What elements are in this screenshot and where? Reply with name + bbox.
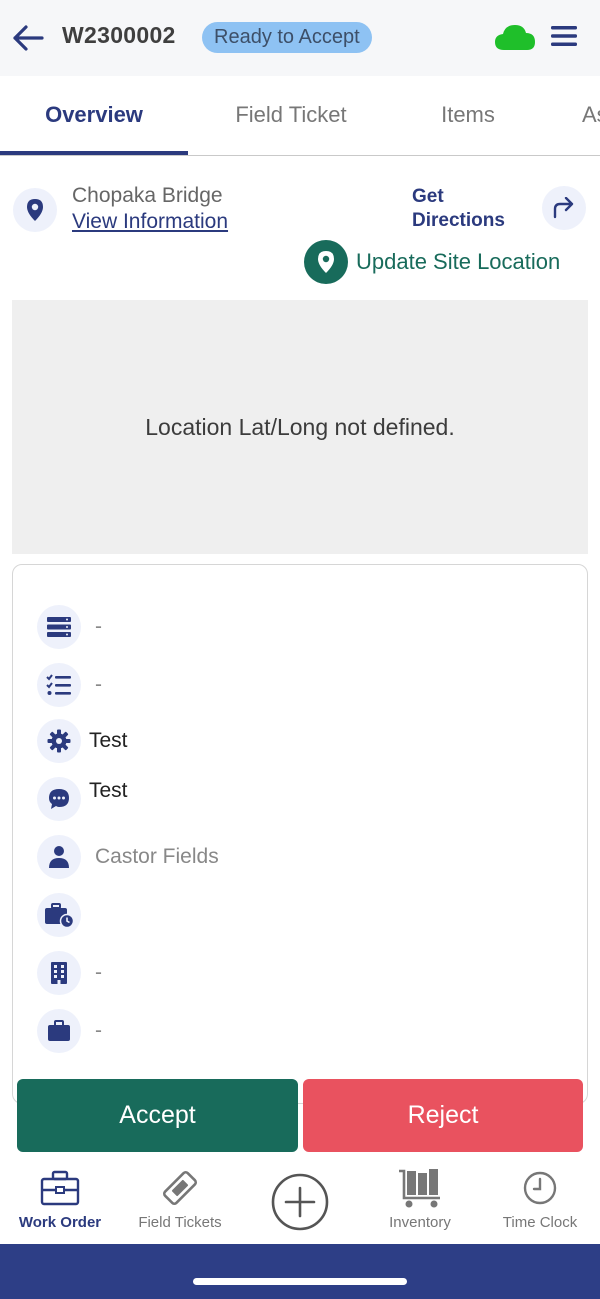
home-indicator[interactable] [193,1278,407,1285]
bottom-navigation: Work Order Field Tickets Inventory Time … [0,1160,600,1244]
detail-row: - [37,663,102,707]
work-order-id: W2300002 [62,22,176,48]
hamburger-menu-icon[interactable] [550,24,578,48]
get-directions-link[interactable]: Get Directions [412,185,505,233]
view-information-link[interactable]: View Information [72,210,228,234]
nav-label: Work Order [18,1214,102,1231]
person-icon [37,835,81,879]
tab-field-ticket[interactable]: Field Ticket [196,76,386,154]
map-placeholder: Location Lat/Long not defined. [12,300,588,554]
detail-value: - [95,615,102,638]
detail-row: - [37,605,102,649]
building-icon [37,951,81,995]
detail-row: - [37,951,102,995]
map-pin-icon [304,240,348,284]
accept-button[interactable]: Accept [17,1079,298,1152]
work-order-details-card: - - Test Test Castor Fields - - [12,564,588,1104]
location-pin-icon [13,188,57,232]
detail-row [37,893,95,937]
nav-label: Field Tickets [138,1214,222,1231]
active-tab-indicator [0,151,188,155]
clock-icon [522,1166,558,1210]
detail-value: - [95,1019,102,1042]
detail-value: Castor Fields [95,845,219,868]
get-directions-line2: Directions [412,210,505,231]
plus-circle-icon[interactable] [270,1172,330,1232]
nav-work-order[interactable]: Work Order [0,1166,120,1240]
server-icon [37,605,81,649]
get-directions-line1: Get [412,186,444,207]
toolbox-icon [40,1166,80,1210]
nav-label: Time Clock [502,1214,578,1231]
checklist-icon [37,663,81,707]
back-button[interactable] [10,20,46,56]
ticket-icon [160,1166,200,1210]
tab-items[interactable]: Items [400,76,536,154]
directions-button[interactable] [542,186,586,230]
nav-inventory[interactable]: Inventory [360,1166,480,1240]
update-site-location-label: Update Site Location [356,249,561,274]
site-name: Chopaka Bridge [72,184,223,207]
cloud-sync-icon[interactable] [494,22,536,52]
app-header: W2300002 Ready to Accept [0,0,600,76]
tab-partial[interactable]: As [582,76,600,154]
detail-value: Test [89,729,128,752]
status-badge: Ready to Accept [202,22,372,53]
detail-row: - [37,1009,102,1053]
system-home-bar [0,1244,600,1299]
briefcase-clock-icon [37,893,81,937]
nav-label: Inventory [389,1214,451,1231]
share-arrow-icon [553,197,574,219]
nav-time-clock[interactable]: Time Clock [480,1166,600,1240]
map-message: Location Lat/Long not defined. [145,413,455,440]
tab-bar: Overview Field Ticket Items As [0,76,600,156]
briefcase-icon [37,1009,81,1053]
detail-value: Test [89,779,128,802]
detail-row: Castor Fields [37,835,219,879]
gear-icon [37,719,81,763]
tab-overview[interactable]: Overview [0,76,188,154]
detail-row: Test [37,777,128,821]
cart-icon [397,1166,443,1210]
arrow-left-icon [13,25,44,51]
detail-value: - [95,961,102,984]
update-site-location-button[interactable]: Update Site Location [304,240,560,284]
nav-field-tickets[interactable]: Field Tickets [120,1166,240,1240]
detail-row: Test [37,719,128,763]
reject-button[interactable]: Reject [303,1079,583,1152]
chat-icon [37,777,81,821]
detail-value: - [95,673,102,696]
